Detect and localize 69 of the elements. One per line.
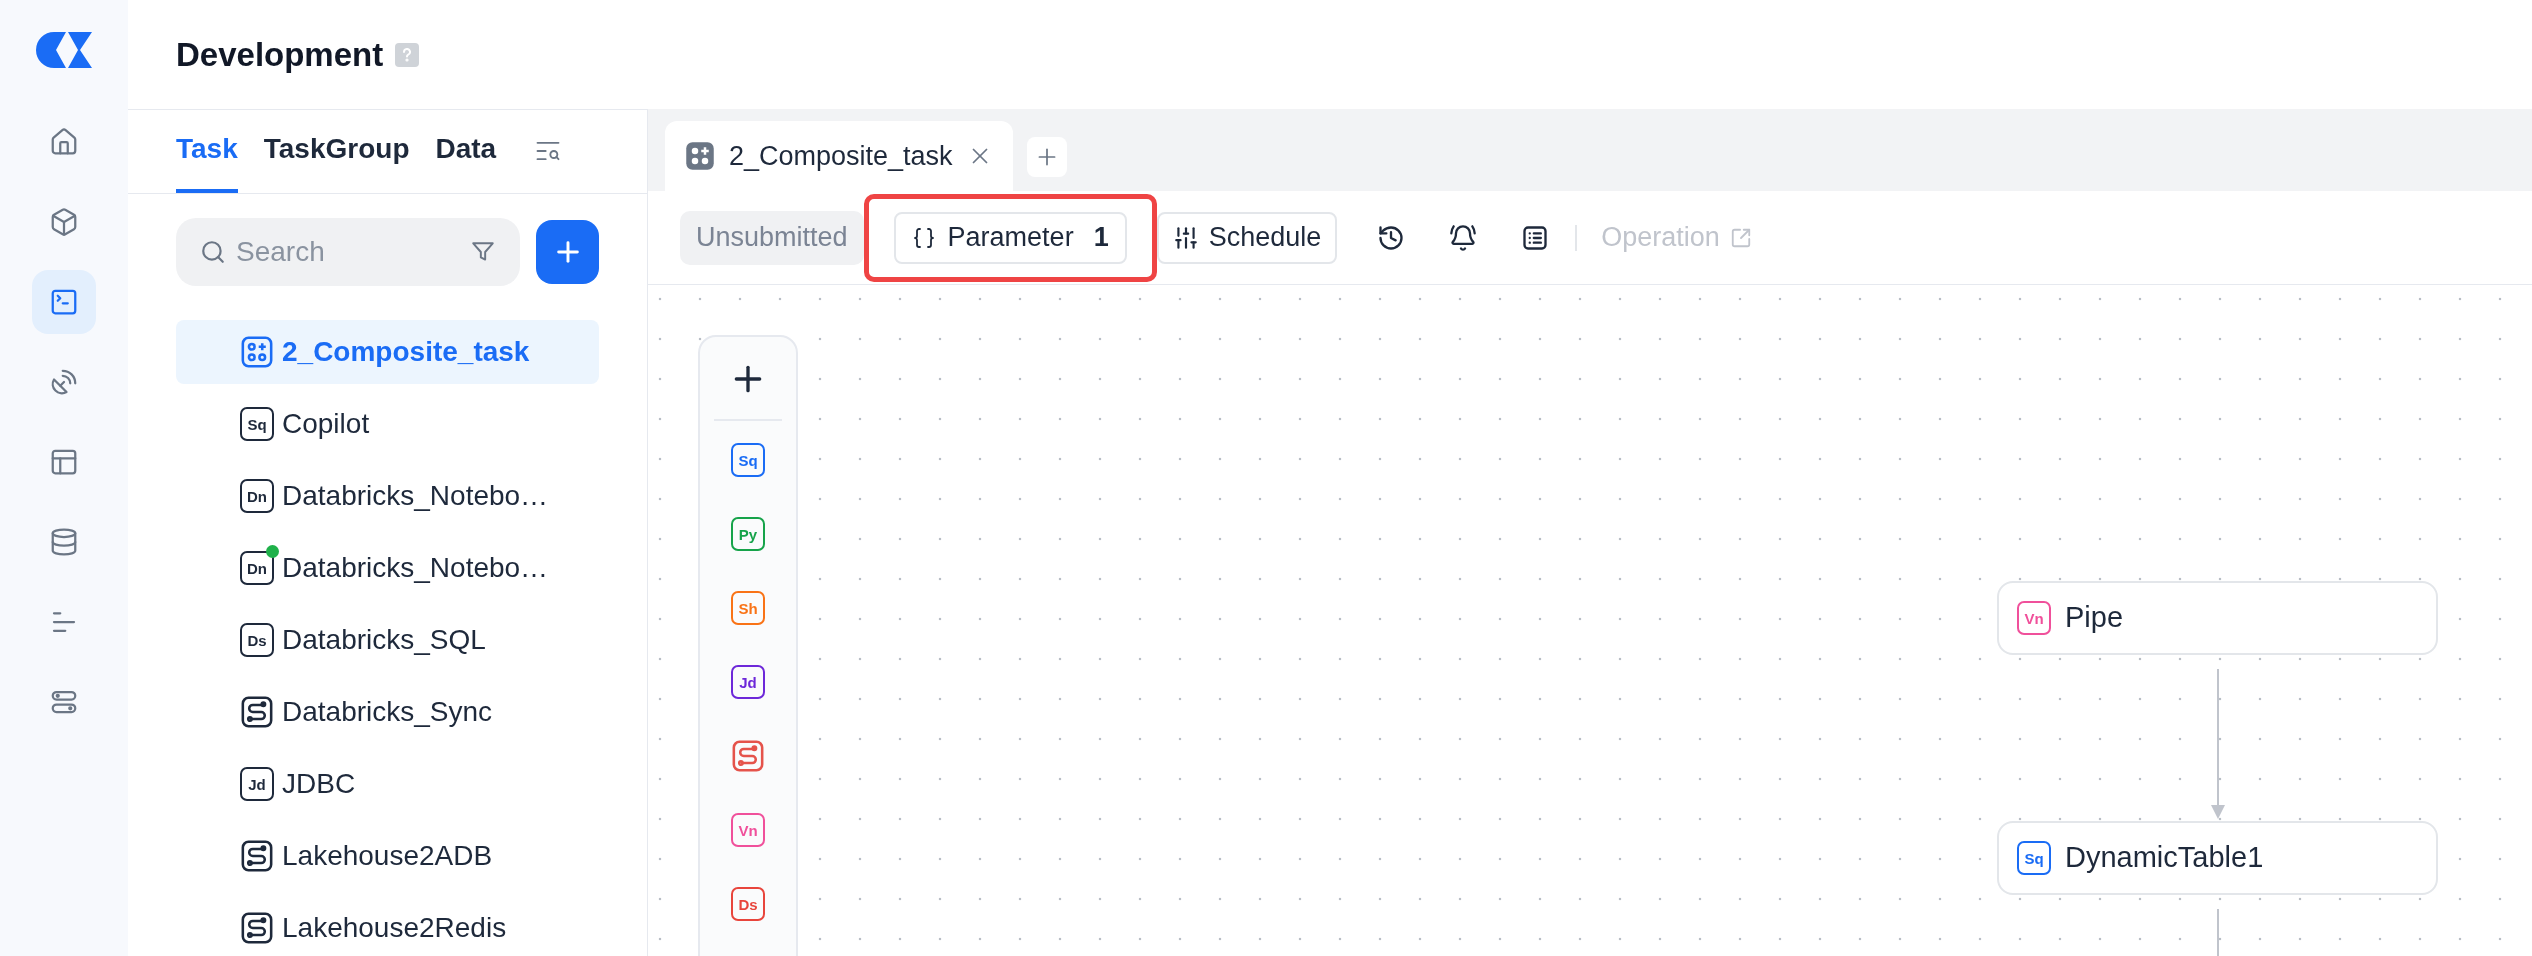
- task-item[interactable]: Jd JDBC: [176, 752, 599, 816]
- task-name: 2_Composite_task: [282, 335, 530, 369]
- new-tab-button[interactable]: [1026, 137, 1067, 177]
- database-icon: [49, 527, 79, 557]
- flow-node[interactable]: Sq DynamicTable1: [1997, 821, 2438, 895]
- composite-icon: [685, 141, 715, 171]
- node-title: Pipe: [2065, 600, 2124, 636]
- logo: [36, 32, 92, 68]
- satellite-dish-icon: [49, 367, 79, 397]
- page-title: Development: [176, 34, 384, 75]
- task-item[interactable]: Dn Databricks_Notebo…: [176, 536, 599, 600]
- task-name: JDBC: [282, 767, 356, 801]
- search-field[interactable]: Search: [176, 218, 520, 286]
- braces-icon: [911, 225, 936, 250]
- schedule-button[interactable]: Schedule: [1156, 211, 1338, 264]
- sliders-icon: [1172, 224, 1199, 251]
- type-badge-icon: Ds: [731, 887, 765, 921]
- type-badge-icon: Dn: [240, 479, 274, 513]
- bell-icon[interactable]: [1449, 223, 1478, 252]
- external-link-icon: [1729, 226, 1752, 249]
- panel-tab[interactable]: Task: [176, 109, 238, 193]
- sync-icon: [240, 911, 274, 945]
- task-item[interactable]: Lakehouse2ADB: [176, 824, 599, 888]
- list-icon[interactable]: [1521, 223, 1550, 252]
- task-name: Databricks_SQL: [282, 623, 486, 657]
- search-input[interactable]: Search: [236, 231, 460, 273]
- composite-icon: [240, 335, 274, 369]
- task-name: Databricks_Notebo…: [282, 551, 549, 585]
- cube-icon: [49, 207, 79, 237]
- history-icon[interactable]: [1377, 223, 1406, 252]
- type-badge-icon: Jd: [240, 767, 274, 801]
- parameter-button[interactable]: Parameter 1: [893, 211, 1127, 264]
- flow-node[interactable]: Vn Pipe: [1997, 581, 2438, 655]
- type-badge-icon: Sq: [2017, 841, 2051, 875]
- panel-tab[interactable]: TaskGroup: [263, 109, 410, 193]
- search-icon: [200, 239, 226, 265]
- task-name: Databricks_Sync: [282, 695, 493, 729]
- node-title: DynamicTable1: [2065, 840, 2264, 876]
- task-item[interactable]: 2_Composite_task: [176, 320, 599, 384]
- tab-title: 2_Composite_task: [729, 139, 953, 173]
- type-badge-icon: Py: [731, 517, 765, 551]
- type-badge-icon: Sq: [731, 443, 765, 477]
- task-item[interactable]: Databricks_Sync: [176, 680, 599, 744]
- type-badge-icon: Vn: [731, 813, 765, 847]
- task-item[interactable]: Lakehouse2Redis: [176, 896, 599, 956]
- type-badge-icon: Ds: [240, 623, 274, 657]
- parameter-count: 1: [1093, 221, 1109, 255]
- sync-icon: [240, 695, 274, 729]
- terminal-icon: [49, 287, 79, 317]
- editor-tab[interactable]: 2_Composite_task: [665, 121, 1013, 191]
- sync-icon: [240, 839, 274, 873]
- task-name: Copilot: [282, 407, 370, 441]
- home-icon: [49, 127, 79, 157]
- type-badge-icon: Sq: [240, 407, 274, 441]
- task-item[interactable]: Dn Databricks_Notebo…: [176, 464, 599, 528]
- parameter-label: Parameter: [947, 221, 1074, 255]
- task-item[interactable]: Sq Copilot: [176, 392, 599, 456]
- task-name: Lakehouse2ADB: [282, 839, 493, 873]
- status-chip: Unsubmitted: [680, 210, 864, 265]
- type-badge-icon: Jd: [731, 665, 765, 699]
- type-badge-icon: Sh: [731, 591, 765, 625]
- panel-tab[interactable]: Data: [435, 109, 497, 193]
- layout-icon: [49, 447, 79, 477]
- add-button[interactable]: [536, 220, 599, 284]
- nav-item[interactable]: [32, 270, 96, 334]
- task-item[interactable]: Ds Databricks_SQL: [176, 608, 599, 672]
- task-name: Databricks_Notebo…: [282, 479, 549, 513]
- task-name: Lakehouse2Redis: [282, 911, 507, 945]
- type-badge-icon: Vn: [2017, 601, 2051, 635]
